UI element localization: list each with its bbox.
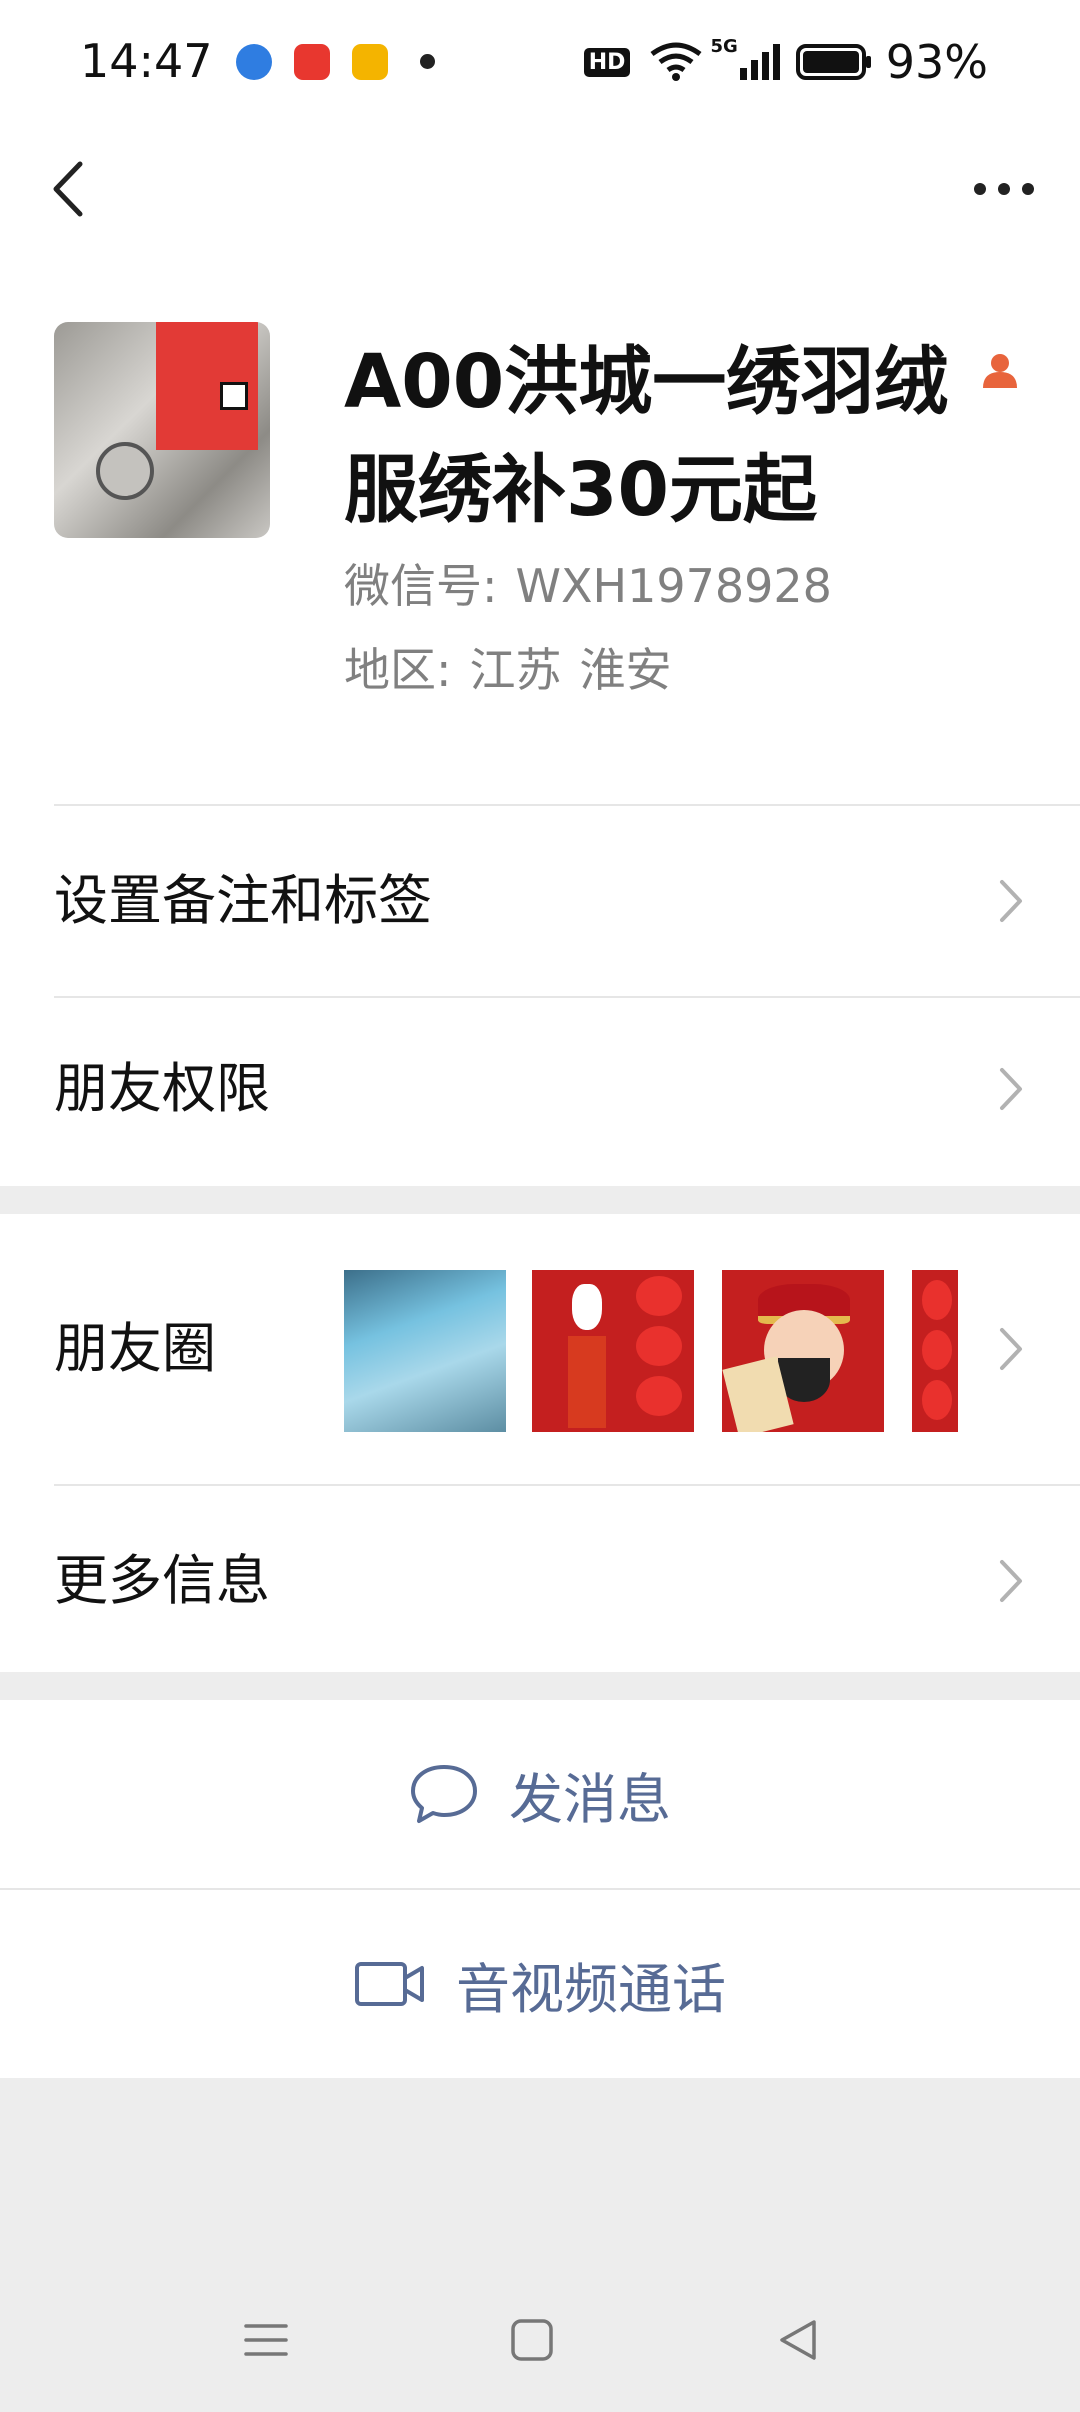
video-camera-icon xyxy=(355,1962,424,2006)
friend-permission-cell[interactable]: 朋友权限 xyxy=(0,994,1080,1184)
lantern-graphic xyxy=(922,1280,952,1320)
wifi-icon xyxy=(650,42,702,81)
av-call-label: 音视频通话 xyxy=(456,1957,726,2021)
wechat-id-row: 微信号: WXH1978928 xyxy=(344,550,850,616)
moments-thumbnail xyxy=(912,1270,958,1432)
network-type-label: 5G xyxy=(710,36,738,57)
bunny-graphic xyxy=(572,1284,602,1330)
home-icon[interactable] xyxy=(502,2310,562,2370)
lantern-graphic xyxy=(922,1380,952,1420)
signal-icon xyxy=(739,44,780,80)
hd-badge: HD xyxy=(583,47,631,77)
ellipsis-icon[interactable] xyxy=(964,164,1044,214)
chevron-right-icon xyxy=(1000,1560,1022,1602)
info-group: 朋友圈 更多信息 xyxy=(0,1214,1080,1672)
status-time: 14:47 xyxy=(80,34,213,88)
send-message-content: 发消息 xyxy=(0,1700,1080,1888)
chevron-right-icon xyxy=(1000,880,1022,922)
contact-profile-page: 14:47 HD 5G 93% A00洪城一绣羽绒服绣补30元起 微信号: WX… xyxy=(0,0,1080,2412)
set-remark-cell[interactable]: 设置备注和标签 xyxy=(0,806,1080,996)
map-app-icon xyxy=(294,44,330,80)
menu-icon[interactable] xyxy=(236,2310,296,2370)
status-indicators: HD 5G 93% xyxy=(583,35,988,89)
friend-permission-label: 朋友权限 xyxy=(54,1057,270,1120)
status-bar: 14:47 HD 5G 93% xyxy=(0,0,1080,124)
back-triangle-icon[interactable] xyxy=(768,2310,828,2370)
moments-cell[interactable]: 朋友圈 xyxy=(0,1214,1080,1484)
fabric-hole-graphic xyxy=(96,442,154,500)
chat-bubble-icon xyxy=(411,1765,477,1823)
more-info-label: 更多信息 xyxy=(54,1549,270,1612)
set-remark-label: 设置备注和标签 xyxy=(54,869,432,932)
region-province: 江苏 xyxy=(469,643,562,697)
lantern-graphic xyxy=(636,1376,682,1416)
moments-thumbnail xyxy=(722,1270,884,1432)
region-label: 地区: xyxy=(344,643,452,697)
wechat-id-value[interactable]: WXH1978928 xyxy=(516,559,832,613)
browser-app-icon xyxy=(236,44,272,80)
av-call-button[interactable]: 音视频通话 xyxy=(0,1890,1080,2078)
send-message-label: 发消息 xyxy=(509,1767,671,1831)
region-row: 地区: 江苏 淮安 xyxy=(344,634,690,700)
avatar[interactable] xyxy=(54,322,270,538)
region-city: 淮安 xyxy=(579,643,672,697)
send-message-button[interactable]: 发消息 xyxy=(0,1700,1080,1888)
chevron-right-icon xyxy=(1000,1328,1022,1370)
chevron-left-icon[interactable] xyxy=(36,154,106,224)
wallet-app-icon xyxy=(352,44,388,80)
settings-group: 设置备注和标签 朋友权限 xyxy=(0,804,1080,1186)
contact-name: A00洪城一绣羽绒服绣补30元起 xyxy=(344,339,949,533)
battery-icon xyxy=(795,44,871,80)
lantern-graphic xyxy=(636,1326,682,1366)
lantern-graphic xyxy=(922,1330,952,1370)
top-nav xyxy=(0,124,1080,254)
profile-header: A00洪城一绣羽绒服绣补30元起 微信号: WXH1978928 地区: 江苏 淮安 xyxy=(0,254,1080,804)
system-nav-bar xyxy=(0,2270,1080,2412)
notification-dot-icon xyxy=(420,54,435,69)
moments-thumbnail xyxy=(344,1270,506,1432)
lantern-graphic xyxy=(636,1276,682,1316)
moments-label: 朋友圈 xyxy=(54,1317,216,1380)
av-call-content: 音视频通话 xyxy=(0,1890,1080,2078)
moments-thumbnail xyxy=(532,1270,694,1432)
scroll-graphic xyxy=(568,1336,606,1428)
actions-group: 发消息 音视频通话 xyxy=(0,1700,1080,2078)
person-icon xyxy=(983,354,1017,388)
wechat-id-label: 微信号: xyxy=(344,559,498,613)
battery-percent: 93% xyxy=(885,35,988,89)
more-info-cell[interactable]: 更多信息 xyxy=(0,1486,1080,1676)
qr-code-icon xyxy=(220,382,248,410)
chevron-right-icon xyxy=(1000,1068,1022,1110)
